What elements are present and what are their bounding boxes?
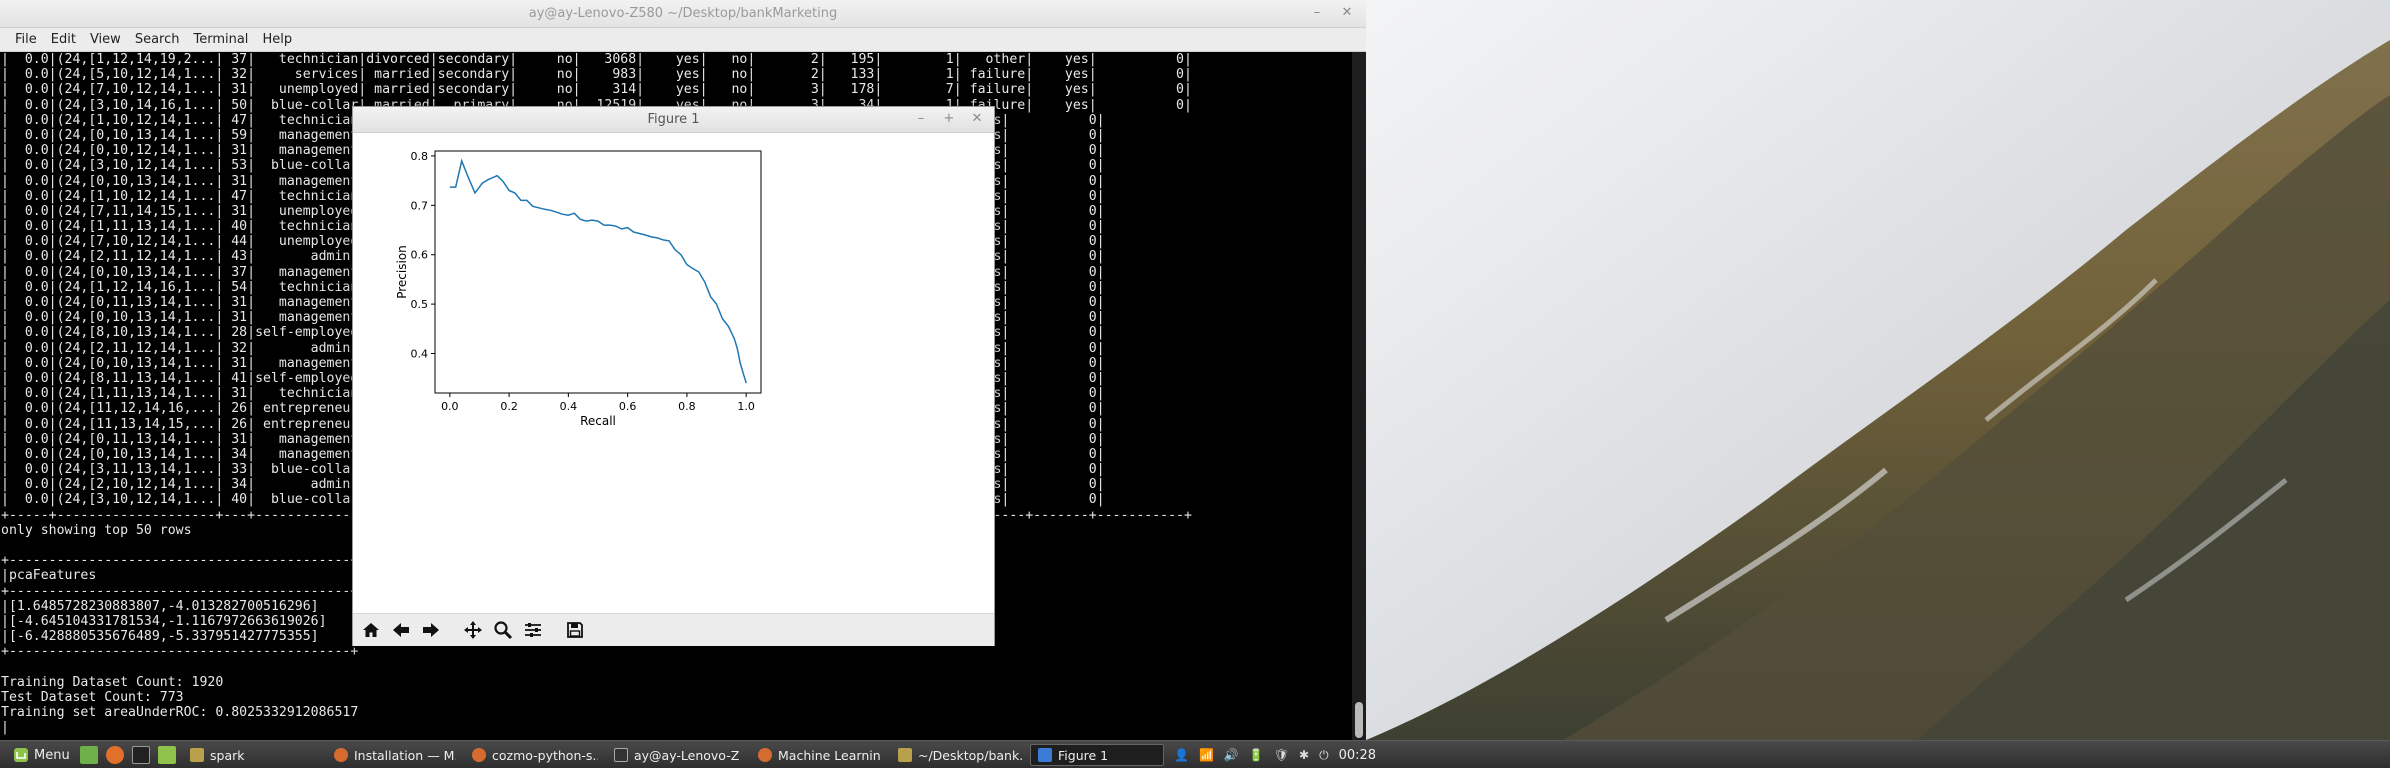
- terminal-line: Training Dataset Count: 1920: [1, 674, 224, 690]
- shield-icon[interactable]: 🛡: [1274, 748, 1289, 762]
- task-installation[interactable]: Installation — M...: [326, 744, 456, 766]
- task-bankmarketing-folder[interactable]: ~/Desktop/bank...: [890, 744, 1024, 766]
- power-icon[interactable]: ⏻: [1319, 748, 1329, 763]
- x-tick-label: 0.4: [560, 400, 578, 413]
- terminal-line: Test Dataset Count: 773: [1, 689, 184, 705]
- task-label: Installation — M...: [354, 747, 456, 763]
- start-menu-label: Menu: [34, 747, 70, 763]
- task-spark[interactable]: spark: [182, 744, 322, 766]
- system-tray: 👤 📶 🔊 🔋 🛡 ✱ ⏻ 00:28: [1174, 745, 1376, 765]
- axes-frame: [434, 150, 762, 394]
- y-tick-label: 0.6: [411, 249, 429, 262]
- zoom-icon[interactable]: [489, 616, 517, 644]
- terminal-line: |: [1, 720, 9, 736]
- save-icon[interactable]: [561, 616, 589, 644]
- back-icon[interactable]: [387, 616, 415, 644]
- task-label: ~/Desktop/bank...: [918, 747, 1024, 763]
- desktop-wallpaper: [1366, 0, 2390, 768]
- forward-icon[interactable]: [417, 616, 445, 644]
- browser-icon: [758, 748, 772, 762]
- close-icon[interactable]: ✕: [1340, 5, 1354, 21]
- clock[interactable]: 00:28: [1339, 748, 1376, 763]
- task-figure-1[interactable]: Figure 1: [1030, 744, 1164, 766]
- task-label: cozmo-python-s...: [492, 747, 598, 763]
- x-tick-label: 0.8: [678, 400, 696, 413]
- home-icon[interactable]: [357, 616, 385, 644]
- task-label: spark: [210, 747, 245, 763]
- precision-recall-chart: 0.0 0.2 0.4 0.6 0.8 1.0 0.4 0.5 0.6 0.7 0.8 Recall P…: [395, 150, 762, 428]
- browser-icon: [472, 748, 486, 762]
- task-cozmo[interactable]: cozmo-python-s...: [464, 744, 598, 766]
- terminal-line: Training set areaUnderROC: 0.80253329120…: [1, 705, 359, 721]
- terminal-title: ay@ay-Lenovo-Z580 ~/Desktop/bankMarketin…: [528, 6, 838, 21]
- configure-subplots-icon[interactable]: [519, 616, 547, 644]
- show-desktop-icon[interactable]: [80, 746, 98, 764]
- task-machine-learning[interactable]: Machine Learnin...: [750, 744, 882, 766]
- bluetooth-icon[interactable]: ✱: [1299, 748, 1309, 762]
- x-axis-label: Recall: [580, 414, 616, 428]
- folder-icon: [898, 748, 912, 762]
- figure-titlebar[interactable]: Figure 1 – + ✕: [353, 107, 994, 133]
- maximize-icon[interactable]: +: [942, 111, 956, 127]
- figure-icon: [1038, 748, 1052, 762]
- x-tick-label: 0.0: [441, 400, 459, 413]
- terminal-line: | 0.0|(24,[5,10,12,14,1...| 32| services…: [1, 67, 1192, 83]
- y-tick-label: 0.7: [411, 199, 429, 212]
- terminal-scrollbar[interactable]: [1352, 52, 1366, 740]
- task-label: Machine Learnin...: [778, 747, 882, 763]
- minimize-icon[interactable]: –: [1310, 5, 1324, 21]
- terminal-line: | 0.0|(24,[1,12,14,19,2...| 37| technici…: [1, 52, 1192, 67]
- menu-file[interactable]: File: [8, 28, 44, 51]
- figure-title: Figure 1: [647, 112, 700, 127]
- x-tick-label: 0.2: [500, 400, 518, 413]
- y-axis-label: Precision: [395, 245, 409, 299]
- terminal-icon: [614, 748, 628, 762]
- network-icon[interactable]: 📶: [1199, 748, 1214, 762]
- menu-search[interactable]: Search: [128, 28, 187, 51]
- y-tick-label: 0.8: [411, 150, 429, 163]
- figure-window[interactable]: Figure 1 – + ✕ 0.0 0.2 0.4 0.6 0.8 1.0 0.4 0.5 0…: [352, 106, 995, 646]
- firefox-launcher-icon[interactable]: [106, 746, 124, 764]
- pan-icon[interactable]: [459, 616, 487, 644]
- minimize-icon[interactable]: –: [914, 111, 928, 127]
- menu-edit[interactable]: Edit: [44, 28, 83, 51]
- task-label: Figure 1: [1058, 747, 1109, 763]
- terminal-scrollbar-thumb[interactable]: [1355, 702, 1363, 738]
- menu-terminal[interactable]: Terminal: [186, 28, 255, 51]
- wallpaper-mountain-image: [1366, 0, 2390, 768]
- y-tick-label: 0.4: [411, 347, 429, 360]
- files-launcher-icon[interactable]: [158, 746, 176, 764]
- folder-icon: [190, 748, 204, 762]
- terminal-line: | 0.0|(24,[7,10,12,14,1...| 31| unemploy…: [1, 82, 1192, 98]
- terminal-line: +---------------------------------------…: [1, 644, 359, 660]
- terminal-menubar: File Edit View Search Terminal Help: [0, 28, 1366, 52]
- x-tick-label: 0.6: [619, 400, 637, 413]
- user-icon[interactable]: 👤: [1174, 748, 1189, 762]
- figure-toolbar: [353, 613, 994, 646]
- menu-view[interactable]: View: [83, 28, 128, 51]
- task-label: ay@ay-Lenovo-Z...: [634, 747, 740, 763]
- start-menu-button[interactable]: Menu: [6, 744, 78, 766]
- figure-canvas[interactable]: 0.0 0.2 0.4 0.6 0.8 1.0 0.4 0.5 0.6 0.7 0.8 Recall P…: [353, 133, 994, 613]
- battery-icon[interactable]: 🔋: [1249, 748, 1264, 762]
- terminal-launcher-icon[interactable]: [132, 746, 150, 764]
- mint-logo-icon: [14, 748, 28, 762]
- browser-icon: [334, 748, 348, 762]
- volume-icon[interactable]: 🔊: [1224, 748, 1239, 762]
- y-tick-label: 0.5: [411, 298, 429, 311]
- taskbar: Menu spark Installation — M... cozmo-pyt…: [0, 740, 2390, 768]
- close-icon[interactable]: ✕: [970, 111, 984, 127]
- terminal-titlebar[interactable]: ay@ay-Lenovo-Z580 ~/Desktop/bankMarketin…: [0, 0, 1366, 28]
- menu-help[interactable]: Help: [255, 28, 299, 51]
- x-tick-label: 1.0: [737, 400, 755, 413]
- task-terminal[interactable]: ay@ay-Lenovo-Z...: [606, 744, 740, 766]
